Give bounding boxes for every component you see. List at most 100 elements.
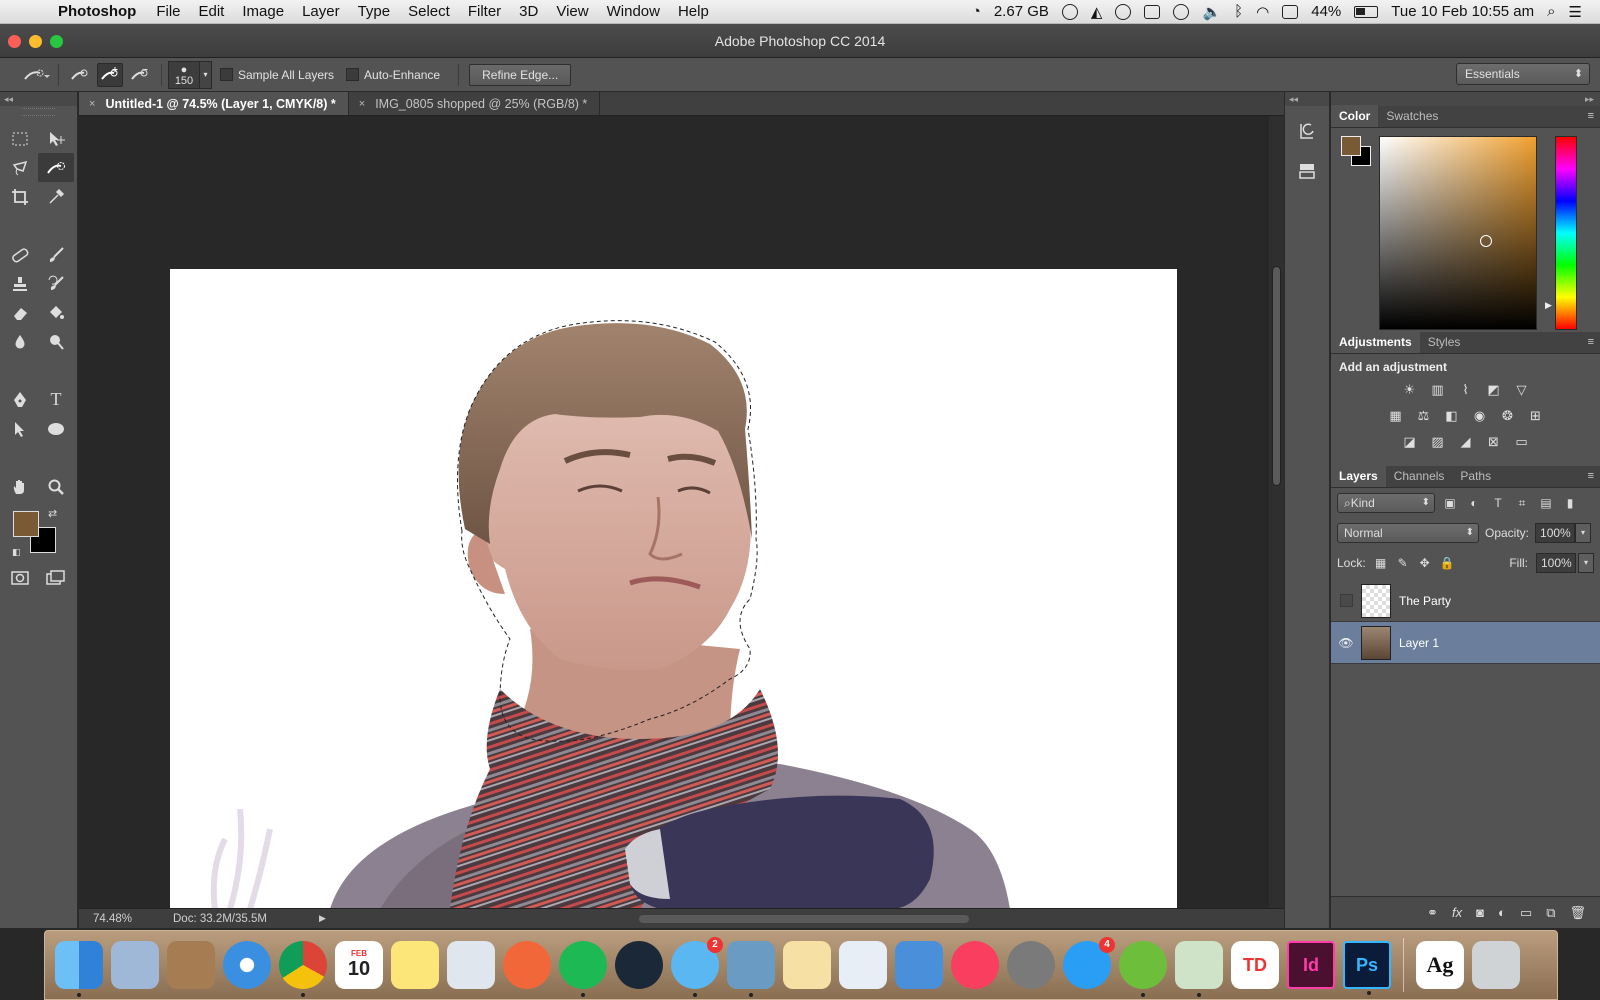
history-panel-icon[interactable] (1292, 116, 1322, 146)
tab-swatches[interactable]: Swatches (1378, 105, 1446, 127)
safari-icon[interactable] (223, 941, 271, 989)
todoist-icon[interactable]: TD (1231, 941, 1279, 989)
new-adjustment-layer-icon[interactable]: ◐ (1498, 905, 1506, 920)
lock-all-icon[interactable]: 🔒 (1440, 556, 1455, 570)
hue-slider[interactable] (1555, 136, 1577, 330)
move-tool-icon[interactable] (38, 124, 74, 153)
tab-layers[interactable]: Layers (1331, 465, 1386, 487)
smart-object-filter-icon[interactable]: ▤ (1537, 496, 1555, 510)
paint-bucket-tool-icon[interactable] (38, 298, 74, 327)
panel-menu-icon[interactable]: ≡ (1588, 110, 1594, 122)
menu-help[interactable]: Help (669, 3, 718, 20)
checkbox-box[interactable] (346, 68, 360, 81)
opacity-dropdown-icon[interactable]: ▾ (1575, 523, 1592, 543)
pen-tool-icon[interactable] (2, 385, 38, 414)
auto-enhance-checkbox[interactable]: Auto-Enhance (346, 68, 440, 82)
time-machine-icon[interactable] (1173, 3, 1190, 20)
shape-layer-filter-icon[interactable]: ⌗ (1513, 496, 1531, 511)
reminders-icon[interactable] (447, 941, 495, 989)
posterize-icon[interactable]: ▨ (1428, 432, 1448, 452)
menu-photoshop[interactable]: Photoshop (46, 3, 147, 20)
screen-mode-icon[interactable] (38, 563, 74, 592)
color-panel-foreground-swatch[interactable] (1341, 136, 1361, 156)
spotlight-search-icon[interactable]: ⌕ (1547, 3, 1555, 20)
menu-view[interactable]: View (547, 3, 597, 20)
close-tab-icon[interactable]: × (89, 98, 95, 110)
properties-panel-icon[interactable] (1292, 156, 1322, 186)
pixel-layer-filter-icon[interactable]: ▣ (1441, 496, 1459, 510)
eye-icon[interactable]: 👁 (1338, 636, 1353, 650)
lock-position-icon[interactable]: ✥ (1418, 556, 1432, 570)
layer-name[interactable]: The Party (1399, 594, 1451, 608)
notification-center-icon[interactable]: ☰ (1569, 3, 1582, 21)
minimize-window-button[interactable] (29, 35, 42, 48)
menu-image[interactable]: Image (233, 3, 293, 20)
eyedropper-tool-icon[interactable] (38, 182, 74, 211)
battery-icon[interactable] (1354, 5, 1379, 18)
layer-filter-kind-select[interactable]: ⌕Kind (1337, 493, 1435, 513)
type-layer-filter-icon[interactable]: T (1489, 496, 1507, 510)
photo-filter-icon[interactable]: ◉ (1470, 406, 1490, 426)
tab-color[interactable]: Color (1331, 105, 1379, 127)
filter-toggle-icon[interactable]: ▮ (1561, 496, 1579, 510)
indesign-icon[interactable]: Id (1287, 941, 1335, 989)
type-tool-icon[interactable]: T (38, 385, 74, 414)
clone-stamp-tool-icon[interactable] (2, 269, 38, 298)
utorrent-icon[interactable] (1119, 941, 1167, 997)
link-layers-icon[interactable]: ⚭ (1427, 905, 1438, 921)
quick-mask-icon[interactable] (2, 563, 38, 592)
collapse-toolbox-icon[interactable]: ◂◂ (0, 92, 77, 106)
messages-icon[interactable]: 2 (671, 937, 723, 997)
history-brush-tool-icon[interactable] (38, 269, 74, 298)
pages-icon[interactable] (783, 941, 831, 989)
itunes-icon[interactable] (951, 941, 999, 989)
brightness-contrast-icon[interactable]: ☀ (1400, 380, 1420, 400)
lock-transparent-pixels-icon[interactable]: ▦ (1374, 556, 1388, 570)
audio-flask-icon[interactable] (1175, 941, 1223, 997)
menu-3d[interactable]: 3D (510, 3, 547, 20)
spot-healing-brush-tool-icon[interactable] (2, 240, 38, 269)
photoshop-icon[interactable]: Ps (1343, 941, 1391, 995)
system-preferences-icon[interactable] (1007, 941, 1055, 989)
selective-color-icon[interactable]: ⊠ (1484, 432, 1504, 452)
brush-picker-dropdown[interactable]: ▾ (200, 60, 212, 89)
panel-menu-icon[interactable]: ≡ (1588, 336, 1594, 348)
contacts-icon[interactable] (167, 941, 215, 989)
add-layer-mask-icon[interactable]: ◙ (1476, 905, 1484, 920)
tab-img-0805[interactable]: × IMG_0805 shopped @ 25% (RGB/8) * (349, 92, 601, 115)
threshold-icon[interactable]: ◢ (1456, 432, 1476, 452)
opacity-field[interactable]: 100% (1535, 523, 1576, 543)
lasso-tool-icon[interactable] (2, 153, 38, 182)
new-group-folder-icon[interactable]: ▭ (1520, 905, 1532, 921)
curves-icon[interactable]: ⌇ (1456, 380, 1476, 400)
memory-gauge-icon[interactable]: ◔ (972, 3, 981, 20)
clock[interactable]: Tue 10 Feb 10:55 am (1391, 3, 1534, 20)
checkbox-box[interactable] (220, 68, 233, 81)
new-layer-icon[interactable]: ⧉ (1546, 905, 1555, 921)
memory-readout[interactable]: 2.67 GB (994, 3, 1049, 20)
adobe-icon[interactable]: ◭ (1091, 3, 1103, 21)
steam-icon[interactable] (615, 941, 663, 989)
vertical-scroll-thumb[interactable] (1272, 266, 1281, 486)
keyboard-icon[interactable] (1282, 4, 1299, 19)
bluetooth-icon[interactable]: ᛒ (1234, 3, 1243, 20)
close-window-button[interactable] (8, 35, 21, 48)
menu-filter[interactable]: Filter (459, 3, 510, 20)
crop-tool-icon[interactable] (2, 182, 38, 211)
layer-visibility-toggle[interactable]: 👁 (1331, 636, 1361, 650)
exposure-icon[interactable]: ◩ (1484, 380, 1504, 400)
layer-row-layer-1[interactable]: 👁 Layer 1 (1331, 622, 1600, 664)
iphoto-icon[interactable] (727, 941, 775, 997)
tab-styles[interactable]: Styles (1420, 331, 1469, 353)
black-white-icon[interactable]: ◧ (1442, 406, 1462, 426)
add-to-selection-mode-button[interactable] (97, 62, 123, 87)
menu-file[interactable]: File (147, 3, 189, 20)
vertical-scrollbar[interactable] (1269, 116, 1284, 908)
layer-name[interactable]: Layer 1 (1399, 636, 1439, 650)
panel-menu-icon[interactable]: ≡ (1588, 470, 1594, 482)
app-store-icon[interactable]: 4 (1063, 937, 1115, 989)
workspace-selector[interactable]: Essentials (1456, 63, 1590, 85)
ellipse-tool-icon[interactable] (38, 414, 74, 443)
hidden-visibility-box[interactable] (1339, 594, 1353, 607)
fill-field[interactable]: 100% (1536, 553, 1576, 573)
